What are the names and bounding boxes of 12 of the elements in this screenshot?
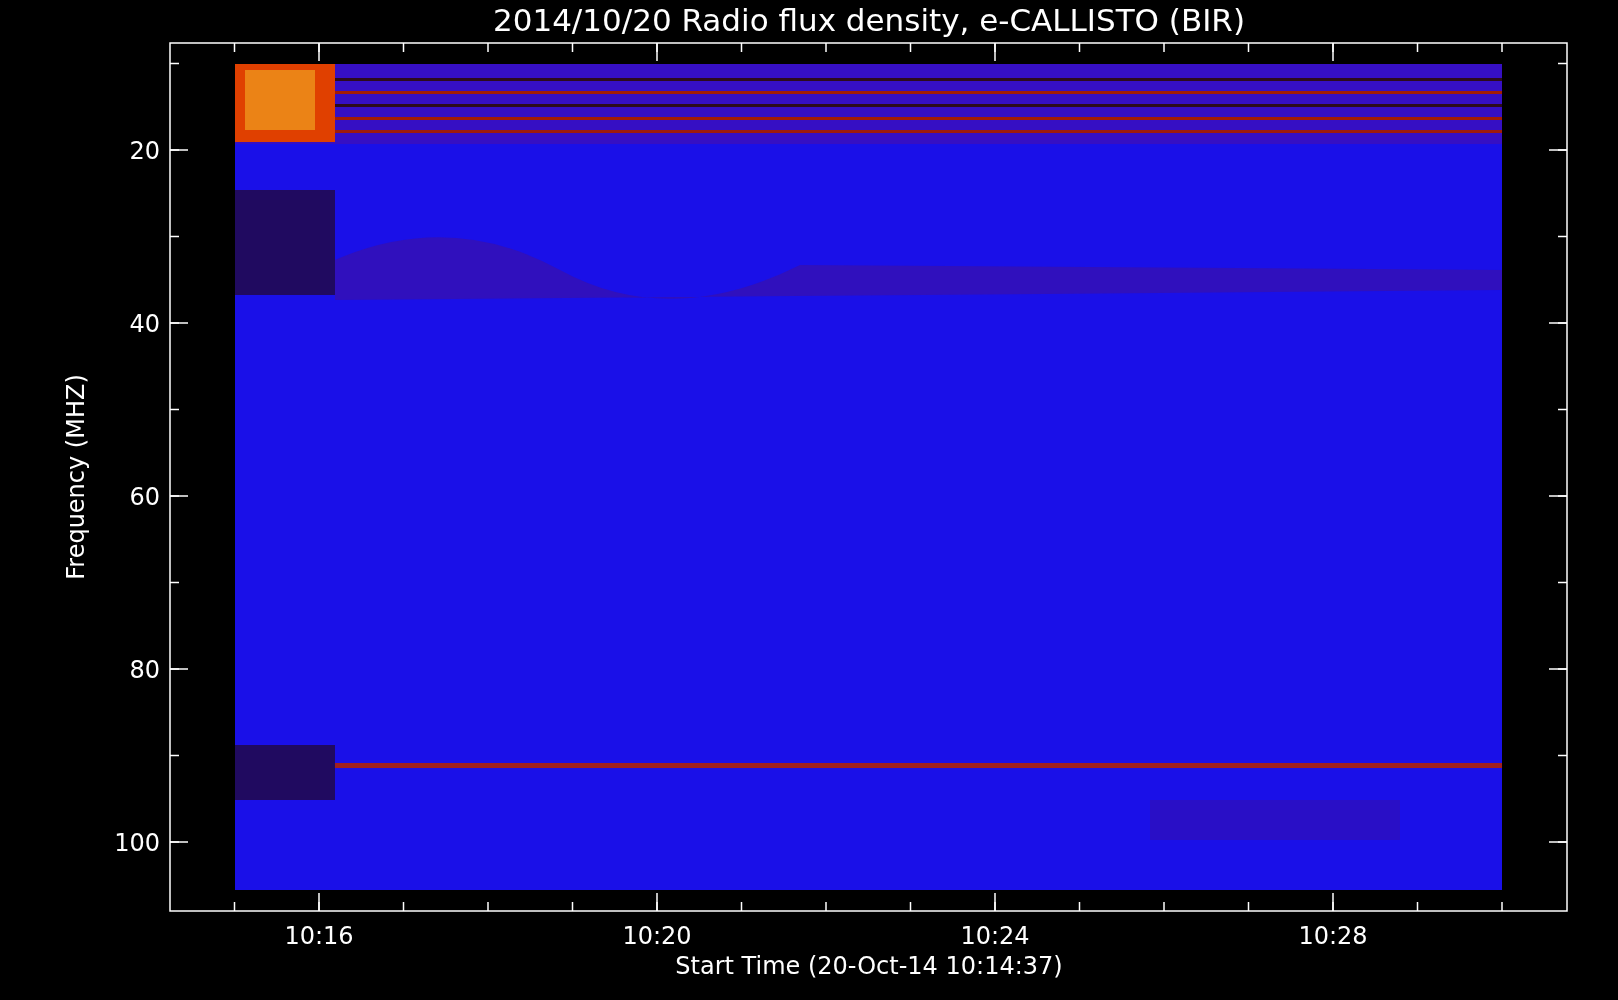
x-tick-label: 10:20 bbox=[622, 922, 692, 950]
y-tick-label: 20 bbox=[129, 137, 160, 165]
x-tick-label: 10:28 bbox=[1298, 922, 1368, 950]
y-tick-label: 100 bbox=[114, 829, 160, 857]
y-tick-label: 60 bbox=[129, 483, 160, 511]
y-tick-label: 40 bbox=[129, 310, 160, 338]
y-axis-label: Frequency (MHZ) bbox=[62, 374, 90, 580]
x-axis-label: Start Time (20-Oct-14 10:14:37) bbox=[675, 952, 1063, 980]
x-tick-label: 10:16 bbox=[284, 922, 354, 950]
x-tick-label: 10:24 bbox=[960, 922, 1030, 950]
y-tick-label: 80 bbox=[129, 656, 160, 684]
chart-title: 2014/10/20 Radio flux density, e-CALLISTO (BIR) bbox=[493, 2, 1245, 38]
